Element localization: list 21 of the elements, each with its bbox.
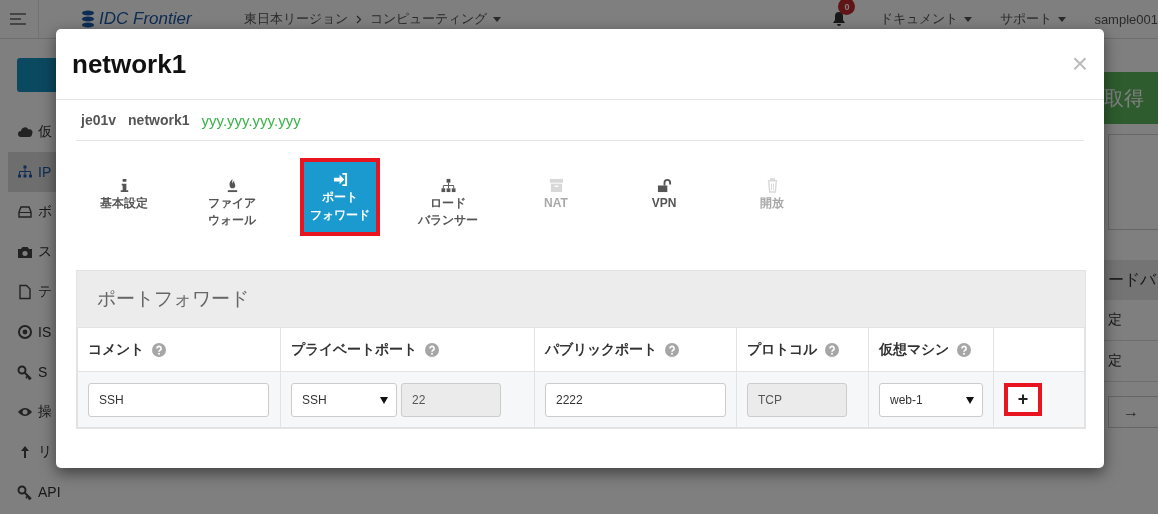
sidebar-label: S [38,364,48,380]
column-header: プロトコル [747,340,817,359]
sidebar-label: テ [38,283,52,301]
sidebar-label: リ [38,443,52,461]
dialog-title: network1 [72,48,187,80]
zone-label: je01v [81,112,117,128]
sidebar-label: 操 [38,403,52,421]
sidebar-label: ス [38,243,52,261]
sidebar-label: ボ [38,203,52,221]
column-header: パブリックポート [545,340,657,359]
section-title: ポートフォワード [77,271,1085,327]
network-name: network1 [128,112,190,128]
sidebar-label: IS [38,324,52,340]
sidebar-label: API [38,484,61,500]
notification-badge: 0 [838,0,856,15]
column-header: コメント [88,340,144,359]
ip-address: yyy.yyy.yyy.yyy [201,111,301,129]
sidebar-label: IP [38,164,52,180]
column-header: プライベートポート [291,340,417,359]
column-header: 仮想マシン [879,340,949,359]
sidebar-label: 仮 [38,123,52,141]
